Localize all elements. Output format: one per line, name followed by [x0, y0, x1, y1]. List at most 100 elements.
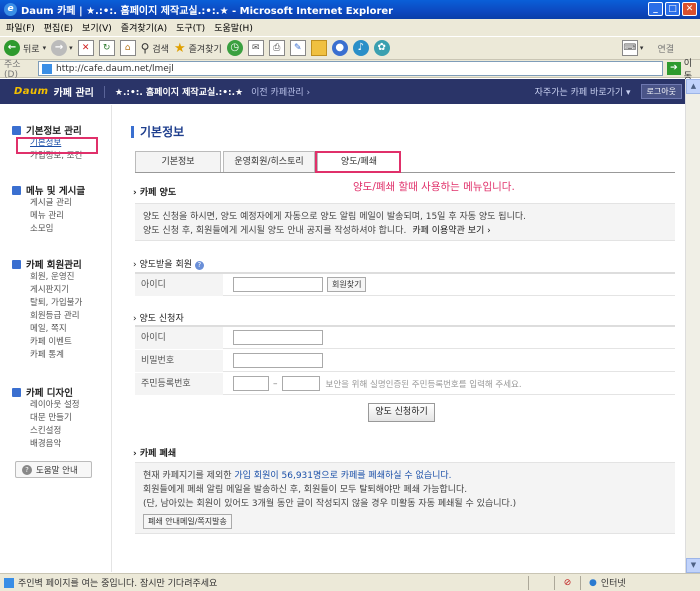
sidebar-item-members[interactable]: 회원, 운영진: [30, 271, 82, 284]
address-input[interactable]: http://cafe.daum.net/lmejl: [38, 61, 663, 76]
tab-basic-info[interactable]: 기본정보: [135, 151, 221, 172]
sidebar-item-board-keepers[interactable]: 게시판지기: [30, 284, 82, 297]
receiver-id-input[interactable]: [233, 277, 323, 292]
refresh-icon: ↻: [98, 40, 115, 56]
receiver-section-title: › 양도받을 회원 ?: [133, 257, 204, 270]
sidebar-heading-label: 카페 회원관리: [26, 260, 82, 271]
close-info-line: 현재 카페지기를 제외한 가입 회원이 56,931명으로 카페를 폐쇄하실 수…: [143, 469, 667, 483]
status-pane: [528, 575, 554, 590]
menu-edit[interactable]: 편집(E): [44, 21, 73, 34]
favorite-cafe-dropdown[interactable]: 자주가는 카페 바로가기 ▾: [535, 85, 631, 98]
favorites-button[interactable]: ★ 즐겨찾기: [174, 38, 222, 58]
history-button[interactable]: ◷: [226, 38, 243, 58]
help-icon[interactable]: ?: [194, 261, 204, 270]
sidebar-item-layout[interactable]: 레이아웃 설정: [30, 399, 80, 412]
applicant-ssn-label: 주민등록번호: [135, 372, 223, 395]
sidebar-heading: 메뉴 및 게시글: [12, 183, 85, 197]
cafe-mgmt-title[interactable]: 카페 관리: [54, 84, 94, 99]
stop-icon: ✕: [77, 40, 94, 56]
ssn-front-input[interactable]: [233, 376, 269, 391]
help-button[interactable]: ? 도움말 안내: [15, 461, 92, 478]
edit-button[interactable]: ✎: [289, 38, 306, 58]
cafe-name[interactable]: ★.:•:. 홈페이지 제작교실.:•:.★: [115, 85, 243, 98]
print-icon: ⎙: [268, 40, 285, 56]
home-button[interactable]: ⌂: [119, 38, 136, 58]
annotation-note: 양도/폐쇄 할때 사용하는 메뉴입니다.: [353, 181, 515, 193]
design-icon: [12, 387, 21, 397]
maximize-button[interactable]: □: [665, 2, 680, 16]
page-title: 기본정보: [131, 126, 184, 138]
menu-help[interactable]: 도움말(H): [214, 21, 253, 34]
forward-arrow-icon: →: [51, 40, 68, 56]
send-close-notice-button[interactable]: 폐쇄 안내메일/쪽지발송: [143, 514, 232, 529]
research-button[interactable]: ✿: [373, 38, 390, 58]
mail-button[interactable]: ✉: [247, 38, 264, 58]
sidebar-item-posts[interactable]: 게시글 관리: [30, 197, 85, 210]
highlight-box: [16, 137, 98, 154]
help-label: 도움말 안내: [36, 465, 78, 476]
back-label: 뒤로: [23, 44, 40, 55]
stop-button[interactable]: ✕: [77, 38, 94, 58]
sidebar-item-bgm[interactable]: 배경음악: [30, 438, 80, 451]
vertical-scrollbar[interactable]: ▲ ▼: [685, 79, 700, 573]
minimize-button[interactable]: _: [648, 2, 663, 16]
print-button[interactable]: ⎙: [268, 38, 285, 58]
find-member-button[interactable]: 회원찾기: [327, 277, 367, 292]
refresh-button[interactable]: ↻: [98, 38, 115, 58]
menu-favorites[interactable]: 즐겨찾기(A): [121, 21, 167, 34]
scroll-down-icon[interactable]: ▼: [686, 558, 700, 573]
sidebar-item-events[interactable]: 카페 이벤트: [30, 336, 82, 349]
applicant-id-row: 아이디: [135, 326, 675, 349]
sidebar-item-menus[interactable]: 메뉴 관리: [30, 210, 85, 223]
menu-tools[interactable]: 도구(T): [176, 21, 205, 34]
folder-button[interactable]: [310, 38, 327, 58]
applicant-id-input[interactable]: [233, 330, 323, 345]
apply-transfer-button[interactable]: 양도 신청하기: [368, 403, 435, 422]
receiver-id-label: 아이디: [135, 273, 223, 296]
sidebar-section-members: 카페 회원관리 회원, 운영진 게시판지기 탈퇴, 가입불가 회원등급 관리 메…: [12, 257, 82, 362]
media-button[interactable]: ♪: [352, 38, 369, 58]
menu-view[interactable]: 보기(V): [82, 21, 112, 34]
sidebar-heading: 카페 디자인: [12, 385, 80, 399]
close-button[interactable]: ✕: [682, 2, 697, 16]
sidebar-item-groups[interactable]: 소모임: [30, 223, 85, 236]
forward-button[interactable]: → ▾: [51, 38, 73, 58]
window-title: Daum 카페 | ★.:•:. 홈페이지 제작교실.:•:.★ - Micro…: [21, 6, 394, 17]
receiver-title: 양도받을 회원: [139, 260, 193, 270]
sidebar-item-front-page[interactable]: 대문 만들기: [30, 412, 80, 425]
address-url: http://cafe.daum.net/lmejl: [56, 63, 174, 74]
connect-label: 연결: [657, 44, 674, 55]
prev-mgmt-link[interactable]: 이전 카페관리 ›: [251, 85, 310, 98]
zone-label: 인터넷: [600, 579, 626, 589]
sidebar-item-mail[interactable]: 메일, 쪽지: [30, 323, 82, 336]
search-button[interactable]: ⚲ 검색: [141, 38, 169, 58]
page-loading-icon: [4, 577, 14, 588]
logout-button[interactable]: 로그아웃: [640, 84, 682, 99]
mail-icon: ✉: [247, 40, 264, 56]
applicant-title: 양도 신청자: [139, 314, 184, 324]
chevron-down-icon: ▾: [69, 44, 73, 52]
sidebar-item-withdraw[interactable]: 탈퇴, 가입불가: [30, 297, 82, 310]
favorites-label: 즐겨찾기: [188, 44, 222, 55]
daum-logo[interactable]: Daum: [14, 86, 49, 97]
help-icon: ?: [22, 464, 32, 475]
password-input[interactable]: [233, 353, 323, 368]
sidebar-item-grades[interactable]: 회원등급 관리: [30, 310, 82, 323]
close-info-line: (단, 남아있는 회원이 있어도 3개월 동안 글이 작성되지 않을 경우 미활…: [143, 499, 517, 509]
window-titlebar: e Daum 카페 | ★.:•:. 홈페이지 제작교실.:•:.★ - Mic…: [0, 0, 700, 19]
popup-blocked-icon: ⊘: [554, 575, 580, 590]
policy-link[interactable]: 카페 이용약관 보기 ›: [412, 226, 490, 236]
sidebar-item-skin[interactable]: 스킨설정: [30, 425, 80, 438]
back-button[interactable]: ← 뒤로 ▾: [4, 38, 46, 58]
sidebar-heading: 기본정보 관리: [12, 123, 82, 137]
transfer-title: 카페 양도: [139, 188, 177, 198]
tab-operators-history[interactable]: 운영회원/히스토리: [223, 151, 315, 172]
messenger-button[interactable]: ●: [331, 38, 348, 58]
menu-file[interactable]: 파일(F): [6, 21, 35, 34]
scroll-up-icon[interactable]: ▲: [686, 79, 700, 94]
ie-icon: e: [4, 3, 17, 16]
ssn-back-input[interactable]: [281, 376, 320, 391]
go-button[interactable]: ➔ 이동: [666, 56, 700, 82]
media-icon: ♪: [352, 40, 369, 56]
sidebar-item-stats[interactable]: 카페 통계: [30, 349, 82, 362]
